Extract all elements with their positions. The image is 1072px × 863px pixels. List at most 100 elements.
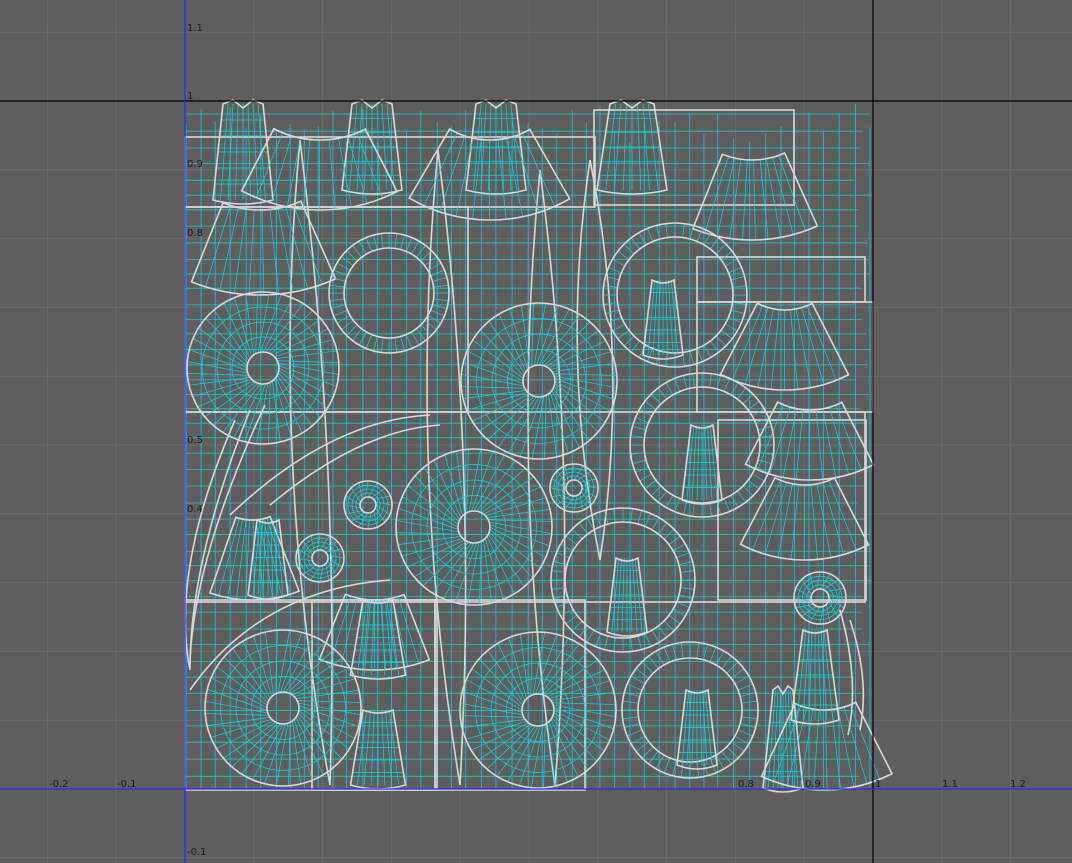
- uv-shell-cone: [762, 684, 804, 793]
- mesh-edge: [484, 538, 504, 600]
- mesh-edge: [341, 256, 354, 266]
- mesh-edge: [277, 360, 339, 363]
- uv-shells[interactable]: [184, 99, 894, 793]
- mesh-edge: [455, 138, 474, 217]
- mesh-edge: [338, 138, 352, 208]
- mesh-edge: [506, 138, 524, 217]
- u-tick-label: 0.9: [805, 779, 821, 790]
- mesh-edge: [553, 373, 617, 376]
- mesh-edge: [828, 480, 857, 551]
- mesh-edge: [551, 570, 566, 573]
- shell-wire: [790, 629, 840, 721]
- mesh-edge: [720, 330, 733, 340]
- mesh-edge: [630, 340, 640, 353]
- mesh-edge: [655, 650, 665, 666]
- mesh-edge: [655, 754, 665, 770]
- mesh-edge: [732, 285, 747, 288]
- mesh-edge: [565, 615, 578, 625]
- mesh-edge: [293, 719, 313, 781]
- v-tick-label: 0.5: [187, 435, 203, 446]
- mesh-edge: [531, 303, 534, 367]
- mesh-edge: [778, 155, 806, 231]
- mesh-edge: [689, 350, 694, 365]
- shell-border: [343, 480, 393, 530]
- mesh-edge: [696, 348, 703, 362]
- mesh-edge: [187, 373, 249, 376]
- mesh-edge: [635, 741, 649, 752]
- uv-shell-disc: [204, 629, 362, 787]
- mesh-edge: [603, 302, 618, 305]
- shell-hole: [266, 691, 300, 725]
- mesh-edge: [822, 408, 837, 478]
- mesh-edge: [720, 250, 733, 260]
- v-tick-label: 0.8: [187, 228, 203, 239]
- mesh-ring: [299, 537, 341, 579]
- uv-editor-viewport[interactable]: -0.2 -0.1 0.8 0.9 1 1.1 1.2 1.1 1 0.9 0.…: [0, 0, 1072, 863]
- uv-shell-strip: [184, 206, 469, 413]
- shell-hole: [521, 693, 555, 727]
- mesh-edge: [737, 490, 747, 503]
- mesh-edge: [400, 336, 405, 352]
- mesh-edge: [630, 735, 646, 745]
- mesh-edge: [210, 718, 272, 738]
- mesh-edge: [269, 209, 279, 295]
- mesh-edge: [473, 454, 505, 512]
- mesh-edge: [352, 245, 362, 258]
- shell-border: [186, 291, 340, 445]
- mesh-ring: [476, 318, 602, 444]
- mesh-edge: [742, 393, 754, 405]
- mesh-edge: [373, 336, 378, 352]
- mesh-edge: [333, 309, 348, 317]
- mesh-edge: [617, 330, 630, 340]
- uv-shell-disc: [793, 571, 847, 625]
- mesh-edge: [822, 482, 845, 555]
- uv-shell-fan: [691, 151, 819, 241]
- mesh-edge: [333, 269, 348, 277]
- u-tick-label: -0.2: [49, 779, 69, 790]
- mesh-edge: [205, 205, 231, 287]
- mesh-edge: [703, 345, 712, 358]
- shell-wire: [205, 630, 361, 786]
- uv-shell-ring: [550, 507, 696, 653]
- mesh-edge: [627, 729, 643, 737]
- shell-border: [793, 571, 847, 625]
- mesh-edge: [294, 678, 356, 698]
- mesh-edge: [622, 716, 639, 720]
- mesh-edge: [292, 720, 302, 785]
- mesh-edge: [365, 237, 373, 252]
- uv-shell-cone: [349, 708, 407, 790]
- mesh-edge: [753, 159, 756, 240]
- mesh-edge: [680, 642, 684, 659]
- uv-shell-disc: [295, 533, 345, 583]
- shell-border: [550, 507, 696, 653]
- mesh-edge: [709, 373, 712, 388]
- mesh-edge: [286, 138, 302, 207]
- uv-shell-ring: [328, 232, 450, 354]
- mesh-edge: [668, 535, 681, 545]
- v-tick-label: 1.1: [187, 23, 203, 34]
- mesh-edge: [737, 683, 753, 691]
- mesh-edge: [752, 473, 765, 482]
- mesh-edge: [680, 570, 695, 573]
- mesh-edge: [234, 297, 253, 357]
- mesh-edge: [233, 208, 247, 294]
- mesh-edge: [637, 635, 642, 650]
- uv-canvas[interactable]: -0.2 -0.1 0.8 0.9 1 1.1 1.2 1.1 1 0.9 0.…: [0, 0, 1072, 863]
- mesh-edge: [644, 480, 657, 490]
- mesh-edge: [692, 373, 695, 388]
- mesh-edge: [551, 587, 566, 590]
- mesh-ring: [231, 336, 295, 400]
- mesh-edge: [623, 243, 635, 255]
- uv-shell-strip: [593, 109, 795, 206]
- mesh-edge: [668, 615, 681, 625]
- uv-shell-strip: [717, 419, 867, 601]
- mesh-edge: [709, 502, 712, 517]
- mesh-edge: [689, 225, 694, 240]
- mesh-edge: [508, 637, 528, 699]
- mesh-edge: [380, 233, 384, 249]
- mesh-edge: [538, 308, 570, 366]
- mesh-edge: [329, 284, 345, 288]
- shell-border: [204, 629, 362, 787]
- mesh-edge: [394, 233, 398, 249]
- mesh-edge: [742, 159, 748, 240]
